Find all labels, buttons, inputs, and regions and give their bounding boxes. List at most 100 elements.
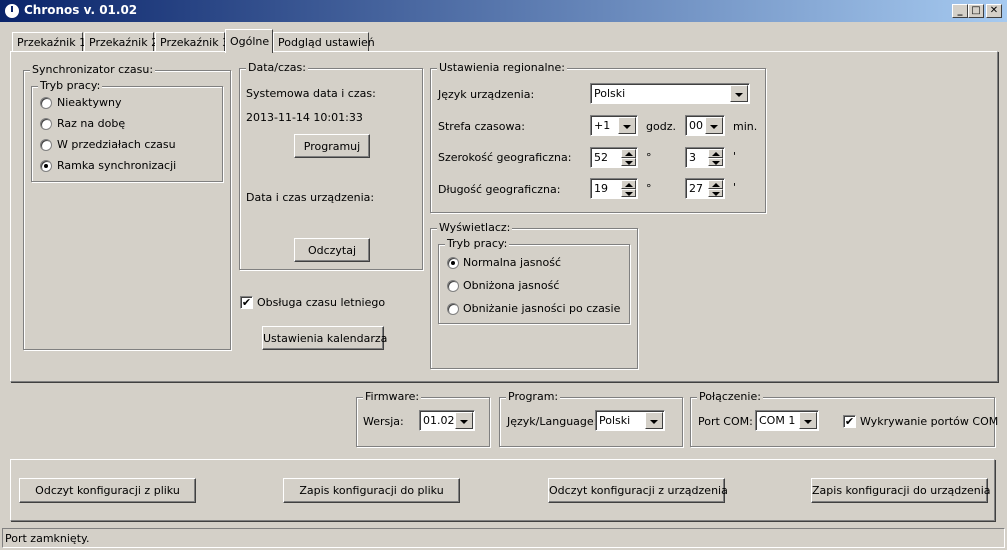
calendar-settings-button[interactable]: Ustawienia kalendarza [262,326,388,350]
button-label: Odczyt konfiguracji z pliku [35,484,180,497]
timezone-select[interactable]: +1 [590,115,638,136]
radio-label[interactable]: Obniżanie jasności po czasie [463,302,620,315]
tab-przekaznik-3[interactable]: Przekaźnik 3 [155,32,229,52]
button-label: Ustawienia kalendarza [263,332,388,345]
close-button[interactable]: ✕ [986,4,1002,18]
radio-w-przedzialach[interactable] [40,139,52,151]
stepper-value: 52 [594,151,608,164]
system-datetime-label: Systemowa data i czas: [246,87,376,100]
spin-up-icon[interactable] [708,149,723,158]
write-config-device-button[interactable]: Zapis konfiguracji do urządzenia [811,478,991,503]
detect-com-checkbox[interactable]: ✔ [843,415,856,428]
firmware-version-label: Wersja: [363,415,404,428]
display-mode-title: Tryb pracy: [445,237,510,250]
tab-label: Podgląd ustawień [278,36,375,49]
latitude-degrees-stepper[interactable]: 52 [590,147,638,168]
latitude-label: Szerokość geograficzna: [438,151,572,164]
longitude-minutes-stepper[interactable]: 27 [685,178,725,199]
radio-nieaktywny[interactable] [40,97,52,109]
minutes-unit: min. [733,120,758,133]
select-value: 01.02 [423,414,455,427]
status-bar: Port zamknięty. [2,528,1005,548]
regional-group-title: Ustawienia regionalne: [437,61,567,74]
com-port-label: Port COM: [698,415,753,428]
degree-symbol: ° [646,182,652,195]
tab-label: Przekaźnik 3 [160,36,230,49]
hours-unit: godz. [646,120,676,133]
firmware-version-select[interactable]: 01.02 [419,410,475,431]
radio-label[interactable]: Obniżona jasność [463,279,559,292]
maximize-button[interactable]: □ [968,4,984,18]
program-language-label: Język/Language: [507,415,598,428]
app-clock-icon[interactable] [4,3,20,19]
chevron-down-icon[interactable] [799,412,817,429]
latitude-minutes-stepper[interactable]: 3 [685,147,725,168]
tab-podglad-ustawien[interactable]: Podgląd ustawień [273,32,375,52]
select-value: Polski [599,414,631,427]
tab-label: Przekaźnik 1 [17,36,87,49]
device-language-select[interactable]: Polski [590,83,750,104]
tab-przekaznik-1[interactable]: Przekaźnik 1 [12,32,87,52]
chevron-down-icon[interactable] [618,117,636,134]
radio-label[interactable]: Normalna jasność [463,256,561,269]
timezone-label: Strefa czasowa: [438,120,525,133]
device-datetime-label: Data i czas urządzenia: [246,191,375,204]
datetime-group-title: Data/czas: [246,61,308,74]
program-language-select[interactable]: Polski [595,410,665,431]
system-datetime-value: 2013-11-14 10:01:33 [246,111,363,124]
spin-down-icon[interactable] [621,188,636,197]
spin-buttons[interactable] [621,149,636,166]
spin-buttons[interactable] [708,180,723,197]
radio-ramka-synchronizacji[interactable] [40,160,52,172]
spin-up-icon[interactable] [708,180,723,189]
tab-przekaznik-2[interactable]: Przekaźnik 2 [84,32,158,52]
spin-down-icon[interactable] [708,188,723,197]
chevron-down-icon[interactable] [455,412,473,429]
spin-buttons[interactable] [621,180,636,197]
radio-label[interactable]: Ramka synchronizacji [57,159,176,172]
button-label: Zapis konfiguracji do urządzenia [812,484,991,497]
radio-label[interactable]: W przedziałach czasu [57,138,176,151]
stepper-value: 3 [689,151,696,164]
spin-up-icon[interactable] [621,180,636,189]
status-text: Port zamknięty. [5,532,90,545]
radio-normalna-jasnosc[interactable] [447,257,459,269]
chevron-down-icon[interactable] [705,117,723,134]
write-config-file-button[interactable]: Zapis konfiguracji do pliku [283,478,460,503]
detect-com-label[interactable]: Wykrywanie portów COM [860,415,998,428]
longitude-degrees-stepper[interactable]: 19 [590,178,638,199]
spin-buttons[interactable] [708,149,723,166]
window-title: Chronos v. 01.02 [24,3,138,17]
radio-obnizona-jasnosc[interactable] [447,280,459,292]
sync-mode-title: Tryb pracy: [38,79,103,92]
display-group-title: Wyświetlacz: [437,221,513,234]
tab-label: Przekaźnik 2 [89,36,159,49]
radio-label[interactable]: Raz na dobę [57,117,125,130]
select-value: Polski [594,87,626,100]
select-value: 00 [689,119,703,132]
chevron-down-icon[interactable] [645,412,663,429]
chevron-down-icon[interactable] [730,85,748,102]
radio-raz-na-dobe[interactable] [40,118,52,130]
title-bar[interactable]: Chronos v. 01.02 _ □ ✕ [0,0,1007,22]
button-label: Odczyt konfiguracji z urządzenia [549,484,728,497]
spin-up-icon[interactable] [621,149,636,158]
dst-checkbox[interactable]: ✔ [240,296,253,309]
read-config-device-button[interactable]: Odczyt konfiguracji z urządzenia [548,478,728,503]
spin-down-icon[interactable] [708,157,723,166]
radio-obnizanie-po-czasie[interactable] [447,303,459,315]
program-group-title: Program: [506,390,561,403]
dst-label[interactable]: Obsługa czasu letniego [257,296,385,309]
program-button[interactable]: Programuj [294,134,370,158]
minute-symbol: ' [733,150,737,163]
spin-down-icon[interactable] [621,157,636,166]
device-language-label: Język urządzenia: [438,88,535,101]
read-config-file-button[interactable]: Odczyt konfiguracji z pliku [19,478,196,503]
minimize-button[interactable]: _ [952,4,968,18]
tab-ogolne[interactable]: Ogólne [225,29,273,53]
longitude-label: Długość geograficzna: [438,183,561,196]
read-datetime-button[interactable]: Odczytaj [294,238,370,262]
radio-label[interactable]: Nieaktywny [57,96,121,109]
timezone-minutes-select[interactable]: 00 [685,115,725,136]
com-port-select[interactable]: COM 1 [755,410,819,431]
